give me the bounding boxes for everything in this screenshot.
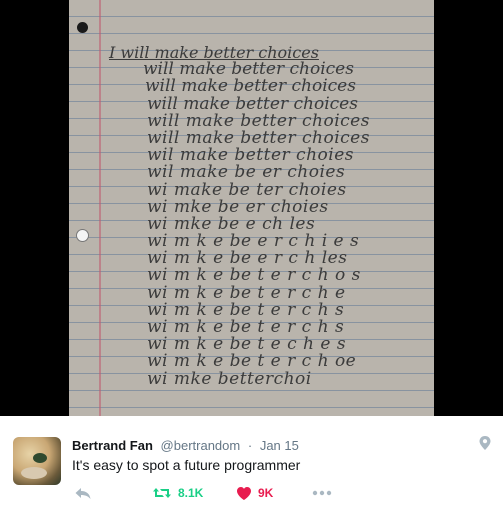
avatar-detail [21,467,47,479]
reply-button[interactable] [74,484,92,502]
lined-paper-photo: I will make better choices will make bet… [69,0,434,416]
heart-icon [237,486,251,500]
like-count: 9K [258,486,274,500]
handwritten-line: wi mke betterchoi [147,368,312,389]
binder-hole [77,22,88,33]
avatar[interactable] [13,437,61,485]
user-handle[interactable]: @bertrandom [161,438,241,453]
retweet-icon [153,488,171,498]
tweet-footer: Bertrand Fan @bertrandom · Jan 15 It's e… [0,416,503,515]
more-button[interactable] [312,484,332,502]
handwritten-line: will make better choices [145,76,356,97]
display-name[interactable]: Bertrand Fan [72,438,153,453]
binder-hole [77,230,88,241]
tweet-header: Bertrand Fan @bertrandom · Jan 15 [72,438,299,453]
tweet-actions: 8.1K 9K [72,484,492,502]
tweet-photo[interactable]: I will make better choices will make bet… [0,0,503,416]
more-dots-icon [312,490,332,496]
avatar-detail [33,453,47,463]
tweet-date[interactable]: Jan 15 [260,438,299,453]
retweet-button[interactable]: 8.1K [152,484,203,502]
location-pin-icon[interactable] [478,435,492,451]
reply-icon [75,488,91,499]
handwritten-line: wil make be er choies [147,162,346,183]
handwritten-line: wi m k e be t e r c h oe [147,351,357,372]
retweet-count: 8.1K [178,486,204,500]
tweet-text: It's easy to spot a future programmer [72,457,301,473]
separator-dot: · [247,438,253,453]
handwritten-lines: I will make better choices will make bet… [103,44,433,388]
like-button[interactable]: 9K [236,484,273,502]
